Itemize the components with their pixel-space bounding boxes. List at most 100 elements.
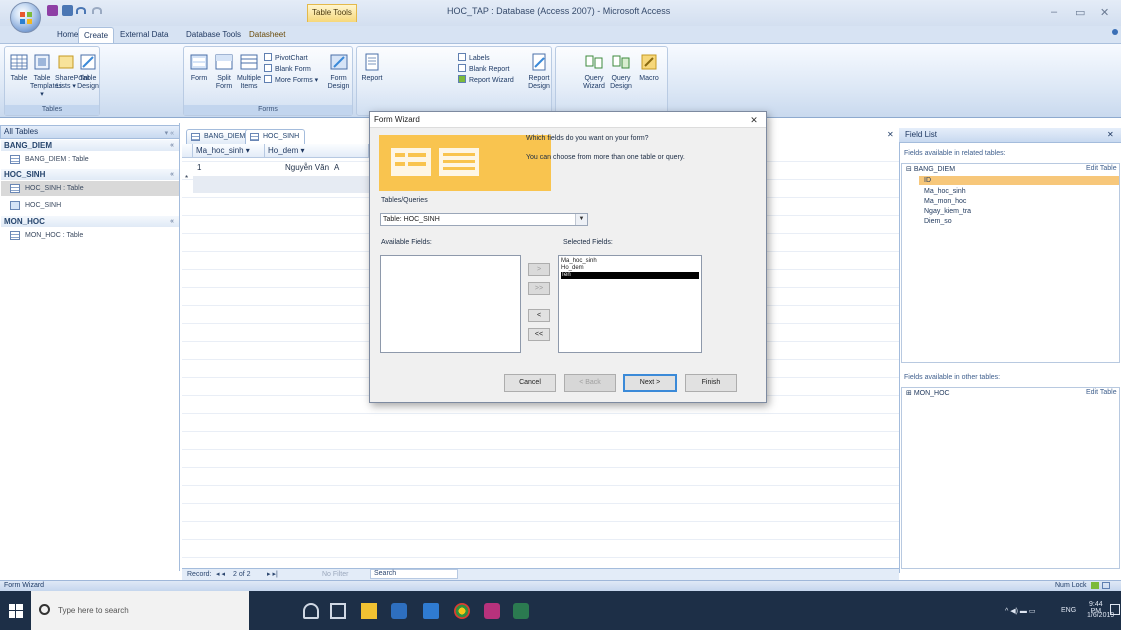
- selected-field-item[interactable]: Ho_dem: [561, 265, 699, 272]
- cancel-button[interactable]: Cancel: [504, 374, 556, 392]
- collapse-chevron-icon[interactable]: «: [170, 216, 174, 227]
- form-button[interactable]: Form: [186, 52, 212, 102]
- doc-tab-hoc-sinh[interactable]: HOC_SINH: [245, 129, 306, 144]
- store-icon[interactable]: [391, 603, 407, 619]
- microphone-icon[interactable]: [303, 603, 319, 619]
- nav-item-mon-hoc-table[interactable]: MON_HOC : Table: [1, 228, 179, 243]
- multiple-items-button[interactable]: Multiple Items: [236, 52, 262, 102]
- save-icon[interactable]: [62, 5, 73, 16]
- back-button[interactable]: < Back: [564, 374, 616, 392]
- record-search-box[interactable]: Search: [370, 569, 458, 579]
- dropdown-arrow-icon[interactable]: ▼: [575, 214, 587, 225]
- undo-icon[interactable]: [76, 7, 86, 14]
- pivotchart-button[interactable]: PivotChart: [264, 53, 308, 63]
- table-design-button[interactable]: Table Design: [77, 52, 99, 102]
- report-wizard-button[interactable]: Report Wizard: [458, 75, 514, 85]
- query-wizard-button[interactable]: Query Wizard: [581, 52, 607, 102]
- tab-database-tools[interactable]: Database Tools: [181, 27, 246, 43]
- selected-field-item-highlighted[interactable]: Ten: [561, 272, 699, 279]
- blank-report-button[interactable]: Blank Report: [458, 64, 509, 74]
- access-app-icon[interactable]: [47, 5, 58, 16]
- remove-field-button[interactable]: <: [528, 309, 550, 322]
- macro-button[interactable]: Macro: [636, 52, 662, 102]
- nav-pane-header[interactable]: All Tables ▾ «: [0, 125, 180, 139]
- query-design-button[interactable]: Query Design: [608, 52, 634, 102]
- edit-table-link[interactable]: Edit Table: [1086, 165, 1117, 172]
- sharepoint-lists-button[interactable]: SharePoint Lists ▾: [55, 52, 90, 102]
- nav-item-hoc-sinh-form[interactable]: HOC_SINH: [1, 198, 179, 213]
- other-table-mon-hoc[interactable]: ⊞ MON_HOC: [906, 389, 950, 398]
- more-forms-button[interactable]: More Forms ▾: [264, 75, 318, 85]
- other-edit-table-link[interactable]: Edit Table: [1086, 389, 1117, 396]
- doc-tab-bang-diem[interactable]: BANG_DIEM: [186, 129, 252, 144]
- column-header-ho-dem[interactable]: Ho_dem ▾: [265, 144, 369, 158]
- new-row-marker[interactable]: *: [182, 172, 193, 189]
- field-ma-hoc-sinh[interactable]: Ma_hoc_sinh: [924, 187, 966, 196]
- collapse-chevron-icon[interactable]: «: [170, 140, 174, 151]
- related-table-bang-diem[interactable]: ⊟ BANG_DIEM: [906, 165, 955, 174]
- minimize-button[interactable]: –: [1051, 6, 1057, 18]
- cell-ma-hoc-sinh[interactable]: 1: [193, 159, 265, 176]
- cell-ho-dem[interactable]: Nguyễn Văn: [265, 159, 330, 176]
- collapse-chevron-icon[interactable]: «: [170, 169, 174, 180]
- report-design-button[interactable]: Report Design: [527, 52, 551, 102]
- selected-fields-list[interactable]: Ma_hoc_sinh Ho_dem Ten: [558, 255, 702, 353]
- report-button[interactable]: Report: [359, 52, 385, 102]
- access-taskbar-icon[interactable]: [484, 603, 500, 619]
- nav-item-hoc-sinh-table[interactable]: HOC_SINH : Table: [1, 181, 179, 196]
- tab-create[interactable]: Create: [78, 27, 115, 43]
- language-indicator[interactable]: ENG: [1061, 607, 1076, 614]
- tab-datasheet[interactable]: Datasheet: [244, 27, 290, 43]
- selected-field-item[interactable]: Ma_hoc_sinh: [561, 258, 699, 265]
- field-diem-so[interactable]: Diem_so: [924, 217, 952, 226]
- remove-all-fields-button[interactable]: <<: [528, 328, 550, 341]
- table-button[interactable]: Table: [6, 52, 32, 102]
- task-view-icon[interactable]: [330, 603, 346, 619]
- close-button[interactable]: ✕: [1100, 6, 1109, 19]
- nav-pane-collapse-icon[interactable]: ▾ «: [165, 128, 174, 140]
- blank-form-button[interactable]: Blank Form: [264, 64, 311, 74]
- field-ngay-kiem-tra[interactable]: Ngay_kiem_tra: [924, 207, 971, 216]
- view-form-icon[interactable]: [1091, 582, 1099, 589]
- add-all-fields-button[interactable]: >>: [528, 282, 550, 295]
- tray-icons[interactable]: ^ ◀) ▬ ▭: [1005, 607, 1035, 615]
- nav-group-mon-hoc[interactable]: MON_HOC «: [1, 216, 179, 227]
- nav-group-bang-diem[interactable]: BANG_DIEM «: [1, 140, 179, 151]
- column-header-ma-hoc-sinh[interactable]: Ma_hoc_sinh ▾: [193, 144, 265, 158]
- form-design-button[interactable]: Form Design: [326, 52, 351, 102]
- no-filter-button[interactable]: No Filter: [322, 569, 348, 580]
- notifications-icon[interactable]: [1110, 604, 1120, 615]
- table-templates-button[interactable]: Table Templates ▾: [30, 52, 62, 102]
- redo-icon[interactable]: [92, 7, 102, 14]
- nav-group-hoc-sinh[interactable]: HOC_SINH «: [1, 169, 179, 180]
- field-ma-mon-hoc[interactable]: Ma_mon_hoc: [924, 197, 966, 206]
- view-datasheet-icon[interactable]: [1102, 582, 1110, 589]
- maximize-button[interactable]: ▭: [1075, 6, 1085, 19]
- tables-queries-select[interactable]: Table: HOC_SINH ▼: [380, 213, 588, 226]
- split-form-button[interactable]: Split Form: [211, 52, 237, 102]
- wizard-close-button[interactable]: ✕: [742, 112, 766, 128]
- finish-button[interactable]: Finish: [685, 374, 737, 392]
- tab-external-data[interactable]: External Data: [115, 27, 173, 43]
- field-id[interactable]: ID: [919, 176, 1119, 185]
- windows-start-icon[interactable]: [9, 604, 23, 618]
- add-field-button[interactable]: >: [528, 263, 550, 276]
- nav-item-bang-diem-table[interactable]: BANG_DIEM : Table: [1, 152, 179, 167]
- office-button[interactable]: [10, 2, 41, 33]
- row-selector-header[interactable]: [182, 144, 193, 158]
- labels-button[interactable]: Labels: [458, 53, 490, 63]
- record-position[interactable]: 2 of 2: [233, 569, 251, 580]
- help-icon[interactable]: [1112, 29, 1118, 35]
- available-fields-list[interactable]: [380, 255, 521, 353]
- file-explorer-icon[interactable]: [361, 603, 377, 619]
- app-taskbar-icon[interactable]: [513, 603, 529, 619]
- next-button[interactable]: Next >: [623, 374, 677, 392]
- new-record-row[interactable]: [193, 176, 369, 193]
- cell-ten[interactable]: A: [330, 159, 370, 176]
- close-document-icon[interactable]: ✕: [887, 130, 894, 139]
- chrome-icon[interactable]: [454, 603, 470, 619]
- taskbar-search-box[interactable]: Type here to search: [31, 591, 249, 630]
- mail-icon[interactable]: [423, 603, 439, 619]
- record-next-last-buttons[interactable]: ▸ ▸|: [267, 569, 278, 580]
- field-list-close-icon[interactable]: ✕: [1107, 128, 1114, 142]
